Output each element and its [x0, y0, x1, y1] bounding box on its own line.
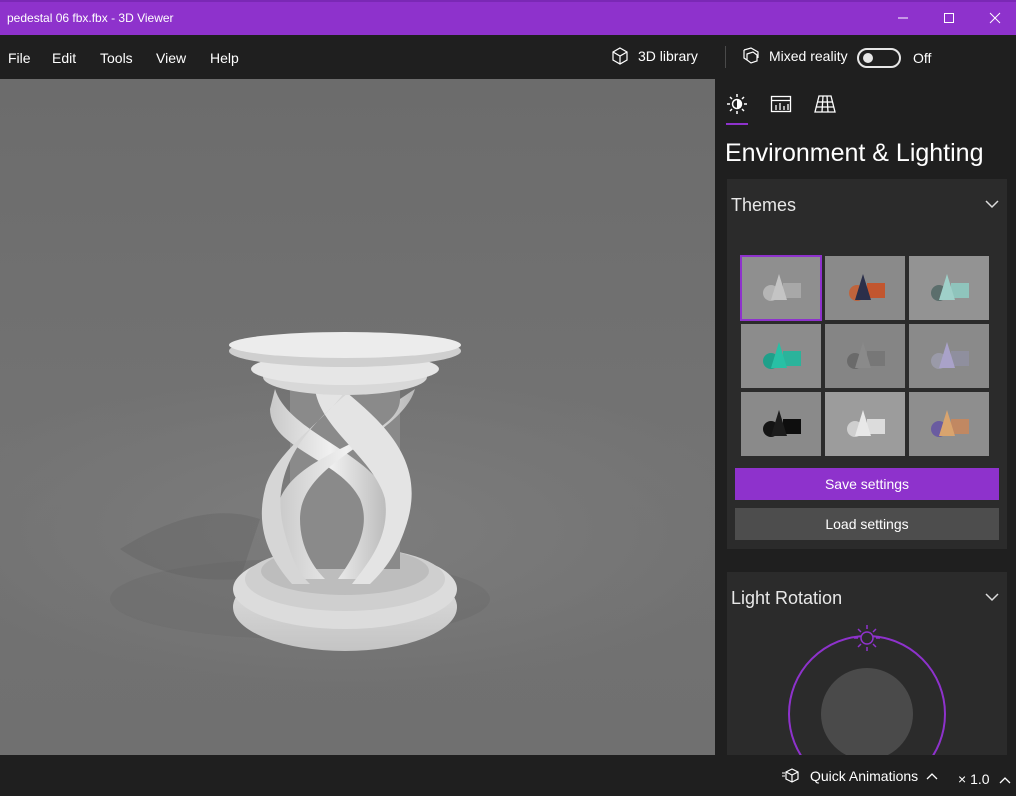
mixed-reality-icon	[743, 47, 759, 64]
close-icon	[989, 12, 1001, 23]
theme-3[interactable]	[909, 256, 989, 320]
3d-library-label: 3D library	[638, 48, 698, 64]
minimize-button[interactable]	[880, 0, 926, 35]
pedestal-model[interactable]	[0, 79, 715, 755]
theme-8[interactable]	[825, 392, 905, 456]
cube-icon	[612, 47, 628, 65]
themes-title[interactable]: Themes	[731, 195, 796, 216]
animation-cube-icon	[782, 768, 799, 783]
toggle-state-label: Off	[913, 50, 932, 66]
theme-3-preview	[909, 256, 989, 320]
minimize-icon	[898, 17, 908, 18]
menu-divider	[725, 46, 726, 68]
chevron-down-icon[interactable]	[985, 199, 999, 209]
save-settings-button[interactable]: Save settings	[735, 468, 999, 500]
speed-control[interactable]: × 1.0	[958, 771, 1011, 787]
side-panel: Environment & Lighting Themes Save setti…	[715, 79, 1016, 755]
light-rotation-section: Light Rotation	[727, 572, 1007, 755]
active-tab-indicator	[726, 123, 748, 125]
menu-help[interactable]: Help	[210, 50, 239, 66]
mixed-reality-toggle[interactable]	[857, 48, 901, 68]
menu-file[interactable]: File	[8, 50, 31, 66]
theme-6-preview	[909, 324, 989, 388]
menu-tools[interactable]: Tools	[100, 50, 133, 66]
theme-5-preview	[825, 324, 905, 388]
theme-7[interactable]	[741, 392, 821, 456]
window-title: pedestal 06 fbx.fbx - 3D Viewer	[7, 11, 174, 25]
quick-animations-label: Quick Animations	[810, 768, 919, 784]
chevron-down-icon[interactable]	[985, 592, 999, 602]
theme-5[interactable]	[825, 324, 905, 388]
title-bar-edge	[0, 0, 1016, 2]
maximize-button[interactable]	[926, 0, 972, 35]
theme-6[interactable]	[909, 324, 989, 388]
sun-handle-icon	[854, 625, 880, 651]
mixed-reality-button[interactable]: Mixed reality	[741, 46, 848, 66]
quick-animations-button[interactable]: Quick Animations	[782, 768, 938, 784]
grid-icon[interactable]	[814, 93, 836, 115]
3d-library-button[interactable]: 3D library	[610, 46, 698, 66]
theme-7-preview	[741, 392, 821, 456]
lighting-icon[interactable]	[726, 93, 748, 115]
light-rotation-title[interactable]: Light Rotation	[731, 588, 842, 609]
3d-viewport[interactable]	[0, 79, 715, 755]
menu-edit[interactable]: Edit	[52, 50, 76, 66]
menu-view[interactable]: View	[156, 50, 186, 66]
mixed-reality-label: Mixed reality	[769, 48, 848, 64]
chevron-up-icon	[926, 773, 938, 780]
close-button[interactable]	[972, 0, 1016, 35]
toggle-knob	[863, 53, 873, 63]
theme-4[interactable]	[741, 324, 821, 388]
theme-1[interactable]	[740, 255, 822, 321]
load-settings-button[interactable]: Load settings	[735, 508, 999, 540]
theme-8-preview	[825, 392, 905, 456]
theme-1-preview	[741, 256, 821, 320]
panel-title: Environment & Lighting	[725, 139, 984, 167]
speed-label: × 1.0	[958, 771, 990, 787]
stats-icon[interactable]	[770, 93, 792, 115]
title-bar: pedestal 06 fbx.fbx - 3D Viewer	[0, 0, 1016, 35]
light-rotation-dial[interactable]	[727, 620, 1007, 755]
chevron-up-icon	[999, 777, 1011, 784]
theme-4-preview	[741, 324, 821, 388]
theme-9-preview	[909, 392, 989, 456]
status-bar: Quick Animations × 1.0	[0, 755, 1016, 796]
theme-9[interactable]	[909, 392, 989, 456]
themes-section: Themes Save settings Load settings	[727, 179, 1007, 549]
theme-2-preview	[825, 256, 905, 320]
theme-2[interactable]	[825, 256, 905, 320]
maximize-icon	[944, 12, 954, 23]
